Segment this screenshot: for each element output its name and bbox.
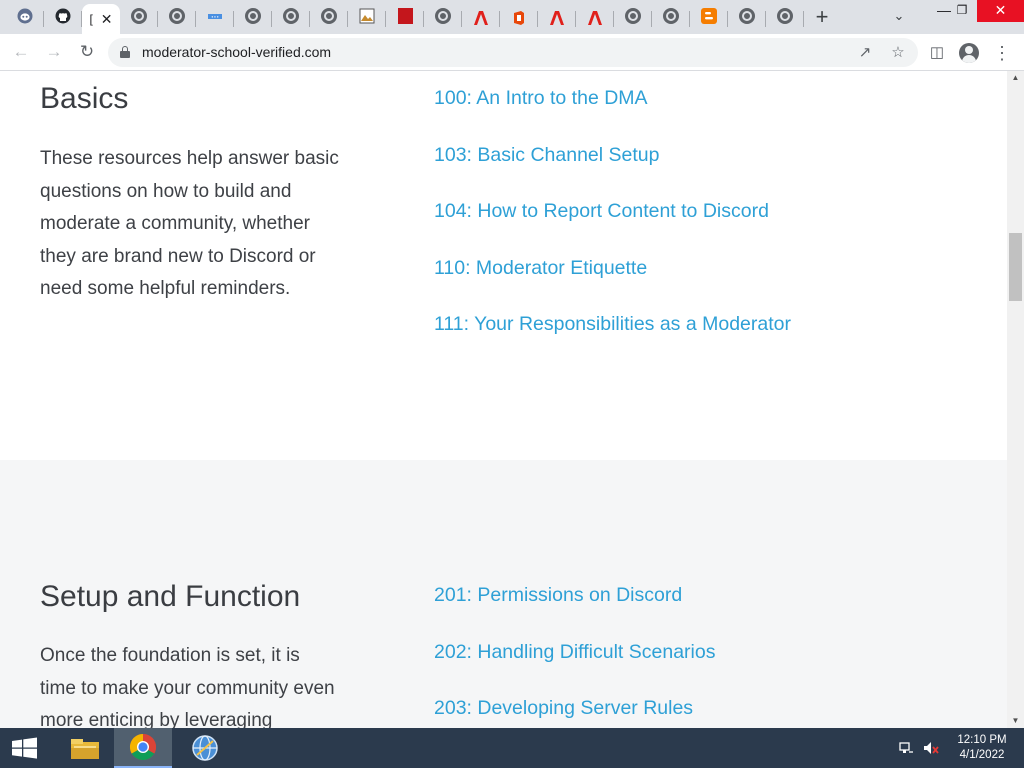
setup-links: 201: Permissions on Discord 202: Handlin… [434, 581, 715, 728]
scroll-up-arrow-icon[interactable]: ▲ [1007, 71, 1024, 85]
globe-icon [131, 7, 147, 29]
url-text[interactable]: moderator-school-verified.com [142, 44, 331, 60]
start-button[interactable] [0, 728, 50, 768]
browser-tab[interactable] [310, 4, 348, 32]
course-link-103[interactable]: 103: Basic Channel Setup [434, 141, 791, 198]
adobe-icon [549, 10, 565, 26]
course-link-104[interactable]: 104: How to Report Content to Discord [434, 197, 791, 254]
browser-tab[interactable] [158, 4, 196, 32]
pdf-icon [397, 7, 413, 29]
browser-tab[interactable]: ••• [196, 4, 234, 32]
volume-muted-icon[interactable] [922, 740, 939, 756]
scroll-down-arrow-icon[interactable]: ▼ [1007, 714, 1024, 728]
course-link-110[interactable]: 110: Moderator Etiquette [434, 254, 791, 311]
profile-avatar[interactable] [959, 43, 979, 63]
address-bar[interactable]: moderator-school-verified.com ↗ ☆ [108, 38, 918, 67]
globe-icon [283, 7, 299, 29]
windows-logo-icon [12, 737, 37, 759]
setup-section: Setup and Function Once the foundation i… [0, 460, 1007, 728]
adobe-icon [587, 10, 603, 26]
globe-icon [739, 7, 755, 29]
globe-icon [663, 7, 679, 29]
course-link-111[interactable]: 111: Your Responsibilities as a Moderato… [434, 310, 791, 367]
page-content: Basics These resources help answer basic… [0, 71, 1007, 728]
browser-tab[interactable] [766, 4, 804, 32]
page-scrollbar[interactable]: ▲ ▼ [1007, 71, 1024, 728]
github-icon [55, 8, 71, 29]
restore-button[interactable]: ❐ [946, 0, 978, 22]
basics-heading: Basics [40, 82, 129, 115]
course-link-202[interactable]: 202: Handling Difficult Scenarios [434, 638, 715, 695]
globe-icon [169, 7, 185, 29]
back-button[interactable]: ← [9, 41, 33, 65]
office-icon [511, 10, 527, 26]
network-status-icon[interactable] [898, 740, 914, 756]
browser-tab[interactable] [576, 4, 614, 32]
setup-description: Once the foundation is set, it is time t… [40, 645, 335, 728]
globe-icon [321, 7, 337, 29]
side-panel-icon[interactable]: ◫ [926, 42, 948, 64]
course-link-201[interactable]: 201: Permissions on Discord [434, 581, 715, 638]
clock-date: 4/1/2022 [959, 749, 1005, 761]
file-explorer-icon[interactable] [56, 728, 114, 768]
new-tab-button[interactable]: + [810, 6, 834, 30]
browser-tab[interactable] [120, 4, 158, 32]
network-globe-icon[interactable] [176, 728, 234, 768]
tab-title: [ [89, 12, 93, 26]
close-tab-icon[interactable]: ✕ [101, 11, 113, 28]
basics-section: Basics These resources help answer basic… [0, 71, 1007, 460]
adobe-icon [473, 10, 489, 26]
lock-icon[interactable] [120, 46, 130, 58]
browser-tab[interactable] [272, 4, 310, 32]
reload-button[interactable]: ↻ [75, 41, 99, 65]
basics-links: 100: An Intro to the DMA 103: Basic Chan… [434, 84, 791, 367]
globe-icon [435, 7, 451, 29]
browser-tab[interactable] [728, 4, 766, 32]
course-link-203[interactable]: 203: Developing Server Rules [434, 694, 715, 728]
forward-button[interactable]: → [42, 41, 66, 65]
clock-time: 12:10 PM [957, 734, 1007, 746]
browser-tab[interactable] [614, 4, 652, 32]
tab-strip: [✕ ••• + ⌄ — ❐ ✕ [0, 0, 1024, 34]
browser-tab[interactable] [690, 4, 728, 32]
close-window-button[interactable]: ✕ [977, 0, 1024, 22]
setup-heading: Setup and Function [40, 580, 301, 613]
blogger-icon [701, 7, 717, 29]
tab-separator [803, 11, 804, 27]
browser-tab[interactable] [348, 4, 386, 32]
browser-tab[interactable] [538, 4, 576, 32]
tab-search-icon[interactable]: ⌄ [890, 8, 908, 26]
windows-taskbar: 12:10 PM 4/1/2022 [0, 728, 1024, 768]
browser-tab[interactable] [462, 4, 500, 32]
browser-tab[interactable] [44, 4, 82, 32]
share-icon[interactable]: ↗ [855, 43, 875, 63]
browser-tab[interactable]: [✕ [82, 4, 120, 34]
browser-tab[interactable] [652, 4, 690, 32]
scrollbar-thumb[interactable] [1009, 233, 1022, 301]
browser-toolbar: ← → ↻ moderator-school-verified.com ↗ ☆ … [0, 34, 1024, 71]
page-icon: [ [89, 10, 92, 28]
browser-tab[interactable] [424, 4, 462, 32]
image-icon [359, 8, 375, 29]
discord-icon [17, 8, 33, 29]
browser-tab[interactable] [500, 4, 538, 32]
globe-icon [625, 7, 641, 29]
basics-description: These resources help answer basic questi… [40, 148, 339, 299]
globe-icon [777, 7, 793, 29]
bookmark-star-icon[interactable]: ☆ [888, 43, 908, 63]
browser-tab[interactable] [6, 4, 44, 32]
course-link-100[interactable]: 100: An Intro to the DMA [434, 84, 791, 141]
browser-tab[interactable] [386, 4, 424, 32]
globe-icon [245, 7, 261, 29]
blue-site-icon: ••• [207, 8, 223, 29]
svg-text:•••: ••• [211, 15, 219, 20]
chrome-icon[interactable] [114, 728, 172, 768]
browser-tab[interactable] [234, 4, 272, 32]
system-clock[interactable]: 12:10 PM 4/1/2022 [952, 733, 1012, 763]
menu-kebab-icon[interactable]: ⋮ [991, 42, 1013, 64]
